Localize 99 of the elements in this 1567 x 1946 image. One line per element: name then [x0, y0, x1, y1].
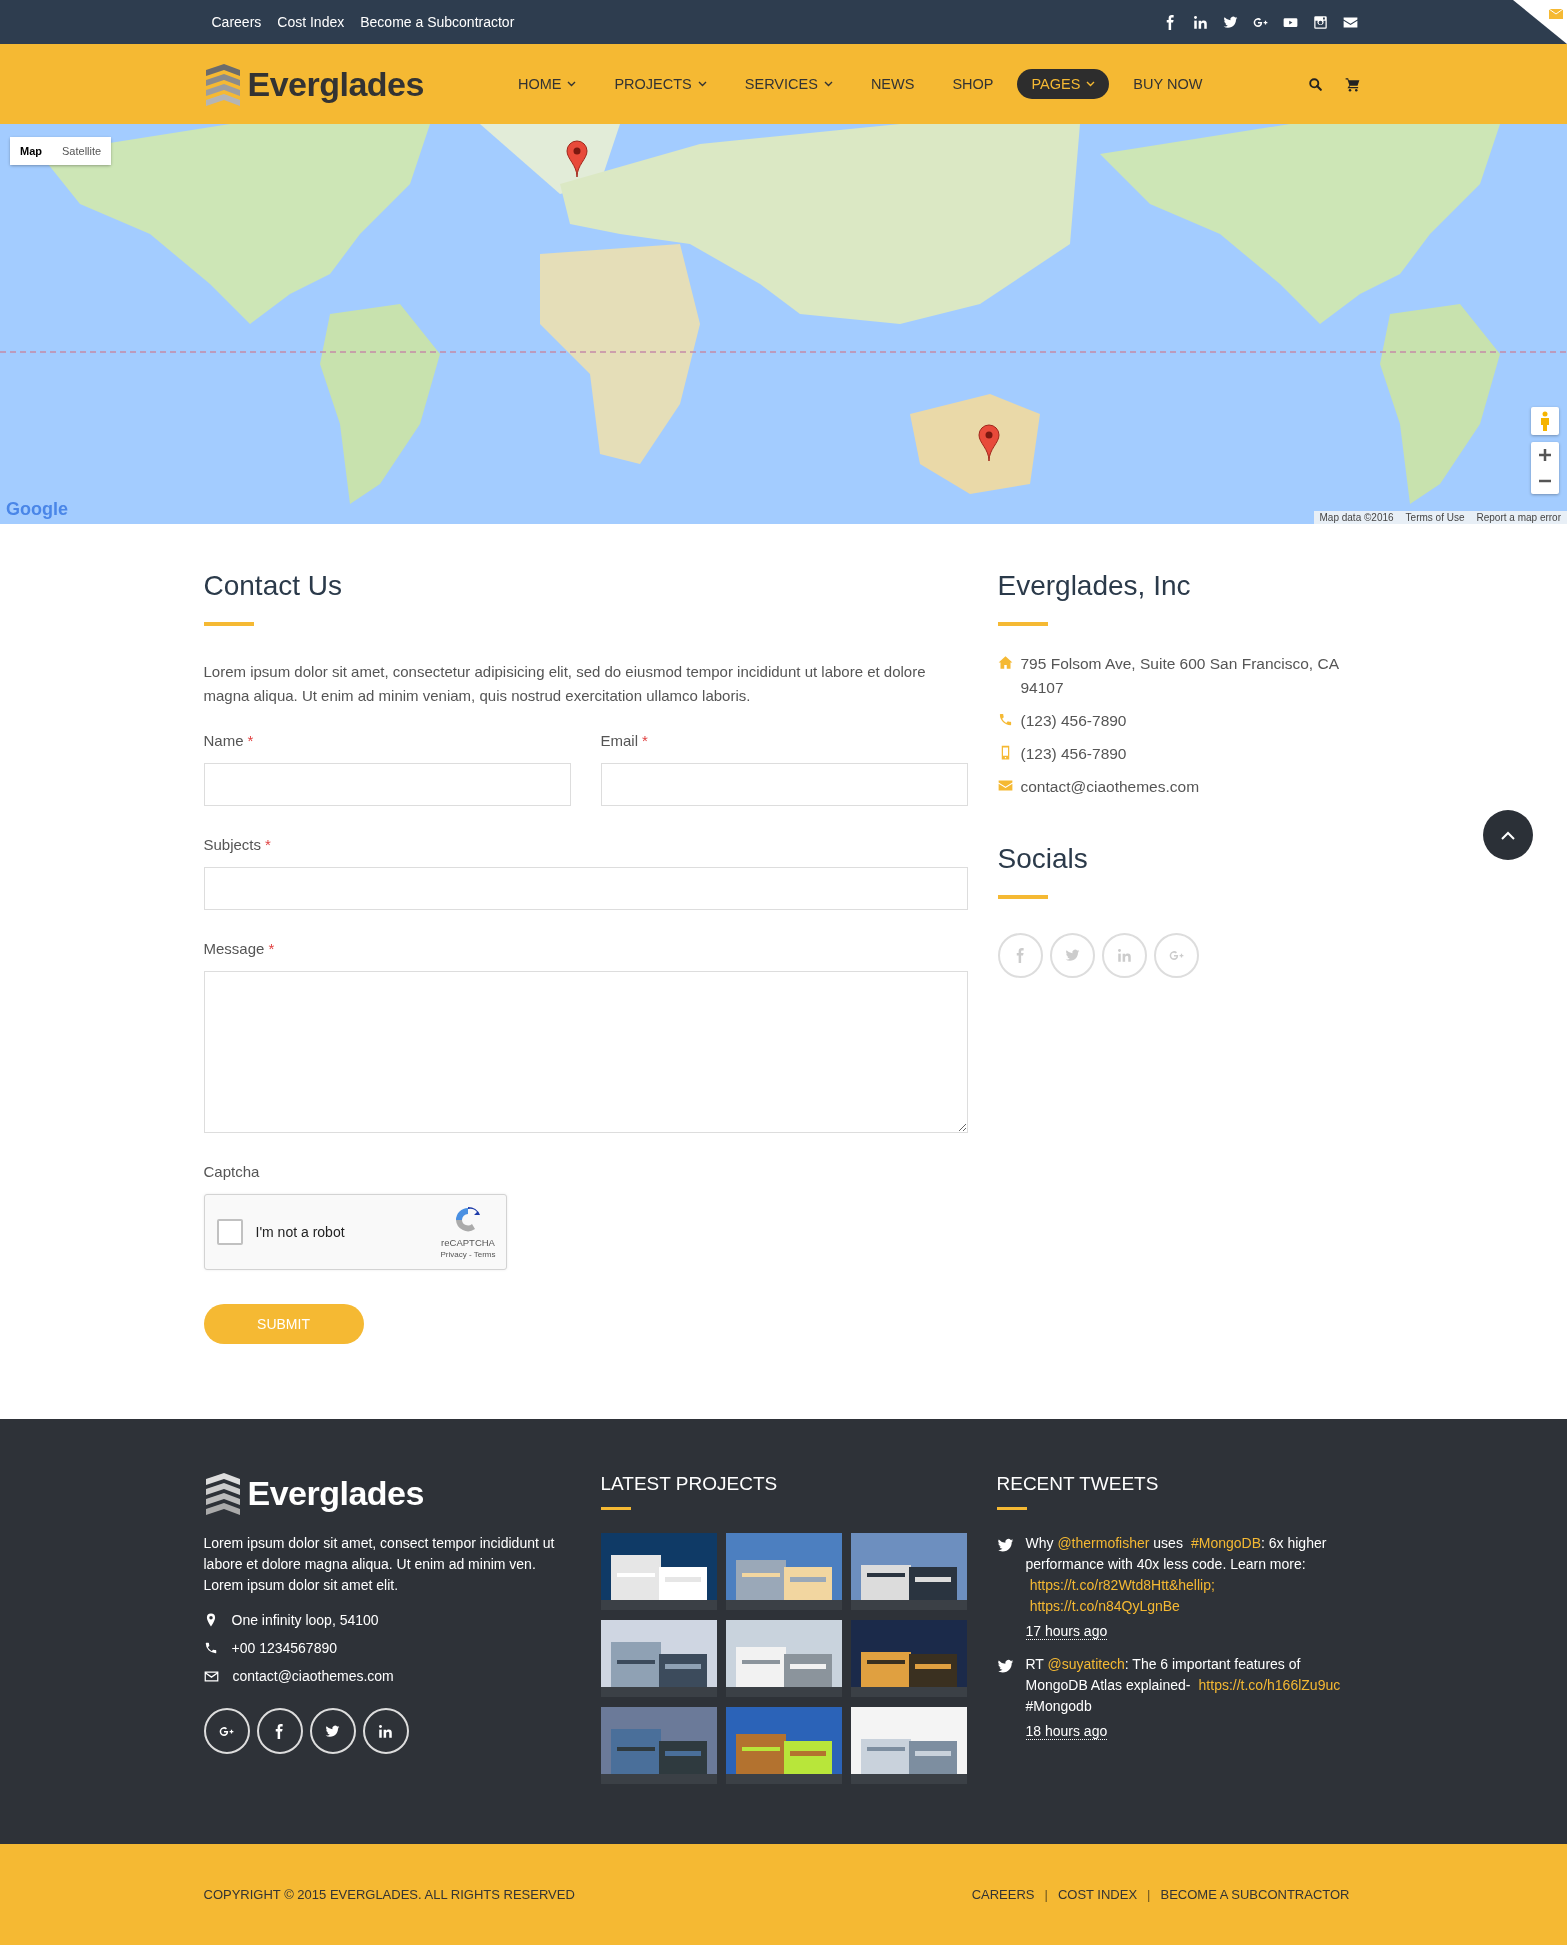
caret-icon: [823, 81, 833, 87]
nav-item[interactable]: SHOP: [938, 69, 1008, 99]
required-mark: *: [268, 940, 275, 957]
captcha-brand: reCAPTCHA: [441, 1237, 495, 1248]
twitter-icon[interactable]: [1222, 14, 1238, 30]
intro-text: Lorem ipsum dolor sit amet, consectetur adipisicing elit, sed do eiusmod tempor incididunt ut labore et dolore magna aliqua. Ut enim ad minim veniam, quis nostrud exercitation ullamco laboris.: [203, 662, 927, 706]
field-label: Subjects: [203, 836, 262, 853]
top-link[interactable]: Cost Index: [277, 14, 345, 30]
field-label: Message: [203, 940, 265, 957]
map-pin-icon[interactable]: [978, 424, 1000, 462]
input-field[interactable]: [203, 763, 571, 806]
field-label: Email: [600, 732, 638, 749]
contact-detail: (123) 456-7890: [1020, 744, 1127, 764]
tweet-text: Why @thermofisher uses #MongoDB: 6x higher performance with 40x less code. Learn more: https://t.co/r82Wtd8Htt&hellip; https://t.co/n84QyLgnBe: [1025, 1533, 1364, 1617]
contact-detail: +00 1234567890: [231, 1640, 337, 1656]
captcha-label: I'm not a robot: [255, 1224, 345, 1240]
tweet-link[interactable]: https://t.co/h166lZu9uc: [1198, 1675, 1341, 1696]
tweet-link[interactable]: @suyatitech: [1047, 1654, 1125, 1675]
field-label: Name: [203, 732, 244, 749]
about-text: Lorem ipsum dolor sit amet, consect tempor incididunt ut labore et dolore magna aliqua. Ut enim ad minim ven. Lorem ipsum dolor sit amet elit.: [203, 1534, 556, 1595]
required-mark: *: [642, 732, 648, 749]
social-button[interactable]: [362, 1708, 409, 1754]
map-type-button[interactable]: Map: [10, 137, 52, 165]
message-field[interactable]: [203, 971, 968, 1133]
map-link[interactable]: Terms of Use: [1399, 511, 1471, 524]
twitter-icon: [1064, 948, 1080, 963]
social-button[interactable]: [309, 1708, 356, 1754]
nav-item[interactable]: PROJECTS: [600, 69, 721, 99]
required-mark: *: [247, 732, 254, 749]
required-mark: *: [265, 836, 271, 853]
input-field[interactable]: [203, 867, 968, 910]
tweet-text: RT @suyatitech: The 6 important features of MongoDB Atlas explained- https://t.co/h166lZu9uc #Mongodb: [1025, 1654, 1342, 1716]
linkedin-icon: [1116, 948, 1132, 963]
section-title: Everglades, Inc: [997, 570, 1192, 602]
logo-text[interactable]: Everglades: [247, 1473, 424, 1513]
footer-link[interactable]: CAREERS: [971, 1887, 1035, 1902]
separator: |: [1146, 1887, 1152, 1902]
contact-detail: contact@ciaothemes.com: [232, 1668, 394, 1684]
map-attribution: Map data ©2016: [1318, 511, 1395, 524]
twitter-icon: [996, 1537, 1014, 1554]
input-field[interactable]: [600, 763, 968, 806]
logo-icon: [203, 62, 242, 106]
scroll-to-top-button[interactable]: [1483, 810, 1533, 860]
nav-item[interactable]: BUY NOW: [1119, 69, 1217, 99]
social-button[interactable]: [203, 1708, 250, 1754]
footer-link[interactable]: BECOME A SUBCONTRACTOR: [1160, 1887, 1350, 1902]
contact-detail: One infinity loop, 54100: [231, 1612, 379, 1628]
envelope-icon: [997, 778, 1013, 793]
cart-icon: [1344, 76, 1360, 92]
twitter-icon: [996, 1658, 1014, 1675]
linkedin-icon: [378, 1723, 393, 1739]
zoom-control[interactable]: [1531, 442, 1559, 494]
map-link[interactable]: Report a map error: [1470, 511, 1567, 524]
map-pin-icon[interactable]: [566, 140, 588, 178]
footer-link[interactable]: COST INDEX: [1057, 1887, 1138, 1902]
nav-item[interactable]: PAGES: [1017, 69, 1110, 99]
social-button[interactable]: [256, 1708, 303, 1754]
contact-detail: contact@ciaothemes.com: [1020, 777, 1200, 797]
top-link[interactable]: Careers: [211, 14, 262, 30]
tweet-link[interactable]: @thermofisher: [1057, 1533, 1150, 1554]
section-title: Socials: [997, 843, 1089, 875]
tweet-time[interactable]: 18 hours ago: [1025, 1723, 1108, 1740]
phone-icon: [203, 1641, 218, 1655]
nav-item[interactable]: NEWS: [856, 69, 929, 99]
linkedin-icon[interactable]: [1192, 14, 1208, 30]
caret-icon: [567, 81, 577, 87]
logo-text[interactable]: Everglades: [247, 64, 424, 104]
nav-item[interactable]: HOME: [503, 69, 591, 99]
section-title: Contact Us: [203, 570, 343, 602]
figure-icon: [1539, 411, 1551, 431]
tweet-link[interactable]: https://t.co/r82Wtd8Htt&hellip;: [1029, 1575, 1215, 1596]
logo-icon: [203, 1471, 242, 1515]
captcha-checkbox[interactable]: [216, 1219, 243, 1245]
envelope-icon: [203, 1668, 219, 1684]
google-plus-icon: [1168, 948, 1184, 963]
captcha-links[interactable]: Privacy - Terms: [440, 1250, 496, 1259]
tweet-time[interactable]: 17 hours ago: [1025, 1623, 1108, 1640]
twitter-icon: [325, 1723, 340, 1739]
nav-item[interactable]: SERVICES: [730, 69, 847, 99]
zoom-in-icon[interactable]: [1539, 449, 1551, 461]
footer-title: RECENT TWEETS: [996, 1473, 1160, 1495]
map-logo: Google: [6, 499, 68, 520]
copyright-text: COPYRIGHT © 2015 EVERGLADES. ALL RIGHTS RESERVED: [203, 1887, 575, 1902]
caret-icon: [1086, 81, 1096, 87]
chevron-up-icon: [1501, 830, 1515, 840]
tweet-link[interactable]: #MongoDB: [1190, 1533, 1261, 1554]
field-label: Captcha: [203, 1163, 261, 1180]
separator: |: [1043, 1887, 1049, 1902]
contact-detail: (123) 456-7890: [1020, 711, 1127, 731]
search-icon: [1307, 76, 1323, 92]
tweet-link[interactable]: https://t.co/n84QyLgnBe: [1029, 1596, 1180, 1617]
footer-title: LATEST PROJECTS: [600, 1473, 779, 1495]
contact-detail: 795 Folsom Ave, Suite 600 San Francisco, CA 94107: [1020, 654, 1340, 698]
instagram-icon[interactable]: [1312, 14, 1328, 30]
top-link[interactable]: Become a Subcontractor: [360, 14, 515, 30]
home-icon: [997, 655, 1013, 670]
phone-icon: [997, 712, 1013, 727]
caret-icon: [697, 81, 707, 87]
map-type-button[interactable]: Satellite: [52, 137, 112, 165]
